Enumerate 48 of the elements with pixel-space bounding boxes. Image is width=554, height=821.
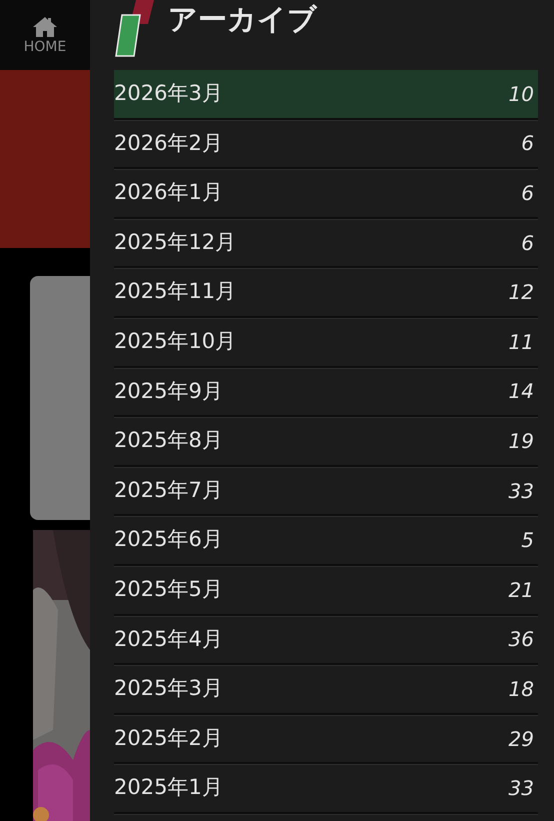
month-label: 2025年12月 bbox=[114, 228, 236, 256]
post-count: 12 bbox=[508, 279, 534, 306]
month-label: 2025年2月 bbox=[114, 724, 223, 752]
home-icon[interactable] bbox=[32, 16, 58, 38]
archive-item[interactable]: 2026年2月 6 bbox=[114, 120, 538, 170]
post-count: 5 bbox=[521, 527, 534, 554]
month-label: 2025年1月 bbox=[114, 774, 223, 802]
post-count: 11 bbox=[508, 328, 534, 356]
month-label: 2026年2月 bbox=[114, 130, 223, 157]
archive-item[interactable]: 2025年6月 5 bbox=[114, 516, 538, 566]
post-count: 33 bbox=[508, 775, 534, 802]
post-count: 19 bbox=[508, 428, 534, 455]
post-count: 6 bbox=[521, 180, 534, 207]
archive-item[interactable]: 2026年3月 10 bbox=[114, 70, 538, 120]
month-label: 2025年10月 bbox=[114, 328, 236, 356]
month-label: 2025年11月 bbox=[114, 278, 236, 306]
post-count: 21 bbox=[508, 576, 534, 604]
archive-item[interactable]: 2025年4月 36 bbox=[114, 616, 538, 666]
post-count: 18 bbox=[508, 676, 534, 703]
post-count: 36 bbox=[508, 626, 534, 654]
post-count: 10 bbox=[508, 80, 534, 108]
archive-item[interactable]: 2025年3月 18 bbox=[114, 665, 538, 715]
archive-item[interactable]: 2026年1月 6 bbox=[114, 169, 538, 219]
post-count: 14 bbox=[508, 378, 534, 406]
post-count: 6 bbox=[521, 230, 534, 257]
post-count: 33 bbox=[508, 478, 534, 505]
month-label: 2025年7月 bbox=[114, 476, 223, 504]
archive-title: アーカイブ bbox=[168, 5, 317, 34]
month-label: 2025年5月 bbox=[114, 576, 223, 603]
archive-item[interactable]: 2025年11月 12 bbox=[114, 268, 538, 318]
archive-item[interactable]: 2025年1月 33 bbox=[114, 764, 538, 814]
month-label: 2026年3月 bbox=[114, 80, 223, 108]
archive-item[interactable]: 2025年8月 19 bbox=[114, 417, 538, 467]
archive-item[interactable]: 2025年10月 11 bbox=[114, 318, 538, 368]
archive-item[interactable]: 2025年5月 21 bbox=[114, 566, 538, 616]
month-label: 2025年3月 bbox=[114, 675, 223, 702]
post-count: 29 bbox=[508, 726, 534, 753]
month-label: 2025年9月 bbox=[114, 378, 223, 405]
month-label: 2025年4月 bbox=[114, 626, 223, 653]
month-label: 2025年8月 bbox=[114, 427, 223, 454]
month-label: 2026年1月 bbox=[114, 179, 223, 206]
home-label[interactable]: HOME bbox=[24, 40, 66, 54]
archive-item[interactable]: 2025年12月 6 bbox=[114, 218, 538, 268]
archive-item[interactable]: 2025年7月 33 bbox=[114, 466, 538, 516]
post-count: 6 bbox=[521, 130, 534, 158]
archive-item[interactable]: 2025年9月 14 bbox=[114, 368, 538, 418]
month-label: 2025年6月 bbox=[114, 526, 223, 554]
archive-item[interactable]: 2025年2月 29 bbox=[114, 714, 538, 764]
